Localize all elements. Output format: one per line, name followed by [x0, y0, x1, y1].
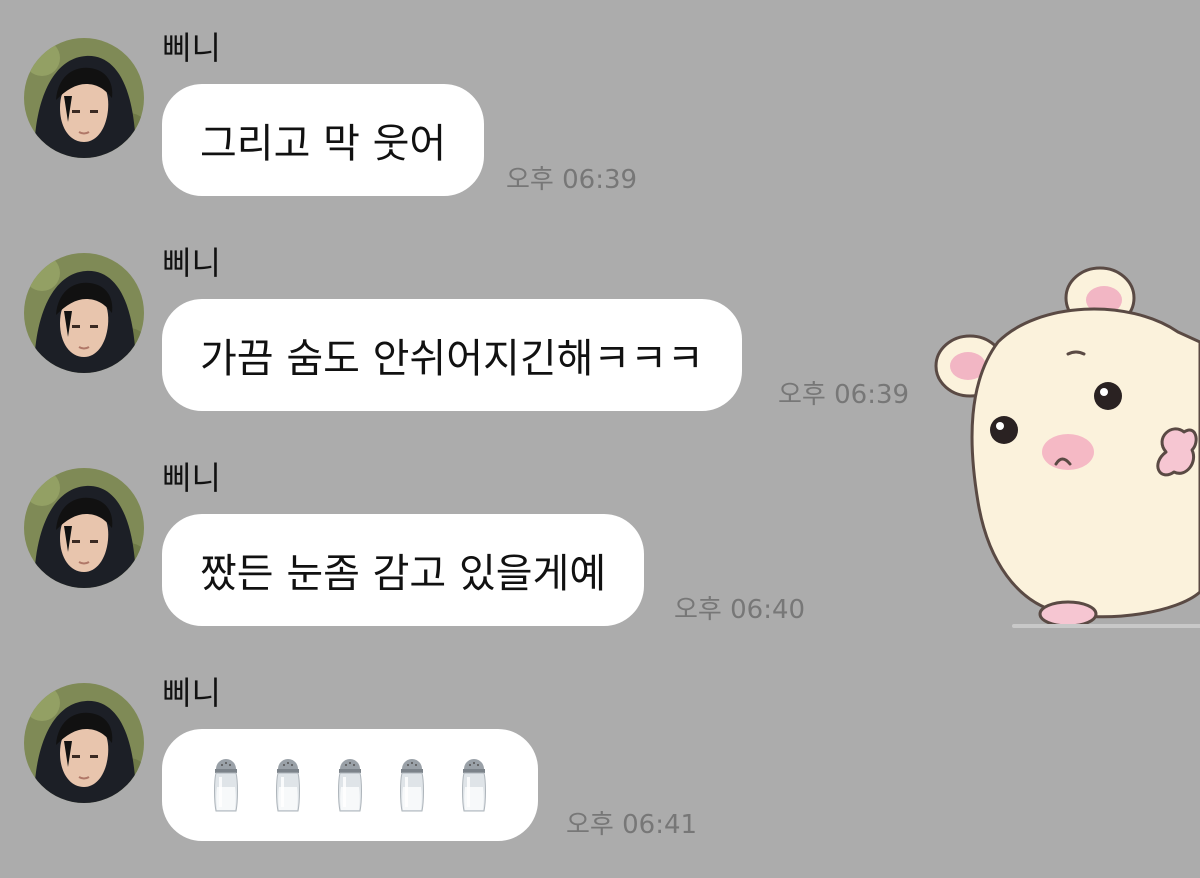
emoji-row	[212, 757, 488, 813]
message-timestamp: 오후 06:41	[566, 810, 698, 840]
sender-name: 삐니	[162, 244, 221, 282]
avatar[interactable]	[24, 468, 144, 588]
message-timestamp: 오후 06:39	[506, 165, 638, 195]
message-row: 삐니 그리고 막 웃어 오후 06:39	[0, 0, 930, 200]
hamster-sticker-icon[interactable]	[928, 262, 1200, 634]
salt-shaker-icon	[336, 757, 364, 813]
salt-shaker-icon	[460, 757, 488, 813]
message-timestamp: 오후 06:40	[674, 595, 806, 625]
message-row: 삐니 오후 06:41	[0, 645, 930, 845]
message-row: 삐니 가끔 숨도 안쉬어지긴해ㅋㅋㅋ 오후 06:39	[0, 215, 930, 415]
salt-shaker-icon	[398, 757, 426, 813]
sender-name: 삐니	[162, 459, 221, 497]
avatar[interactable]	[24, 683, 144, 803]
avatar[interactable]	[24, 253, 144, 373]
message-bubble[interactable]: 짰든 눈좀 감고 있을게예	[162, 514, 645, 626]
message-bubble[interactable]: 가끔 숨도 안쉬어지긴해ㅋㅋㅋ	[162, 299, 742, 411]
message-text: 짰든 눈좀 감고 있을게예	[200, 551, 607, 597]
salt-shaker-icon	[274, 757, 302, 813]
message-text: 그리고 막 웃어	[200, 121, 447, 167]
message-bubble[interactable]: 그리고 막 웃어	[162, 84, 485, 196]
message-row: 삐니 짰든 눈좀 감고 있을게예 오후 06:40	[0, 430, 930, 630]
chat-room: 삐니 그리고 막 웃어 오후 06:39 삐니 가끔 숨도 안쉬어지긴해ㅋㅋㅋ …	[0, 0, 1200, 878]
sender-name: 삐니	[162, 674, 221, 712]
sender-name: 삐니	[162, 29, 221, 67]
message-bubble[interactable]	[162, 729, 538, 841]
message-text: 가끔 숨도 안쉬어지긴해ㅋㅋㅋ	[200, 336, 704, 382]
message-timestamp: 오후 06:39	[778, 380, 910, 410]
salt-shaker-icon	[212, 757, 240, 813]
avatar[interactable]	[24, 38, 144, 158]
